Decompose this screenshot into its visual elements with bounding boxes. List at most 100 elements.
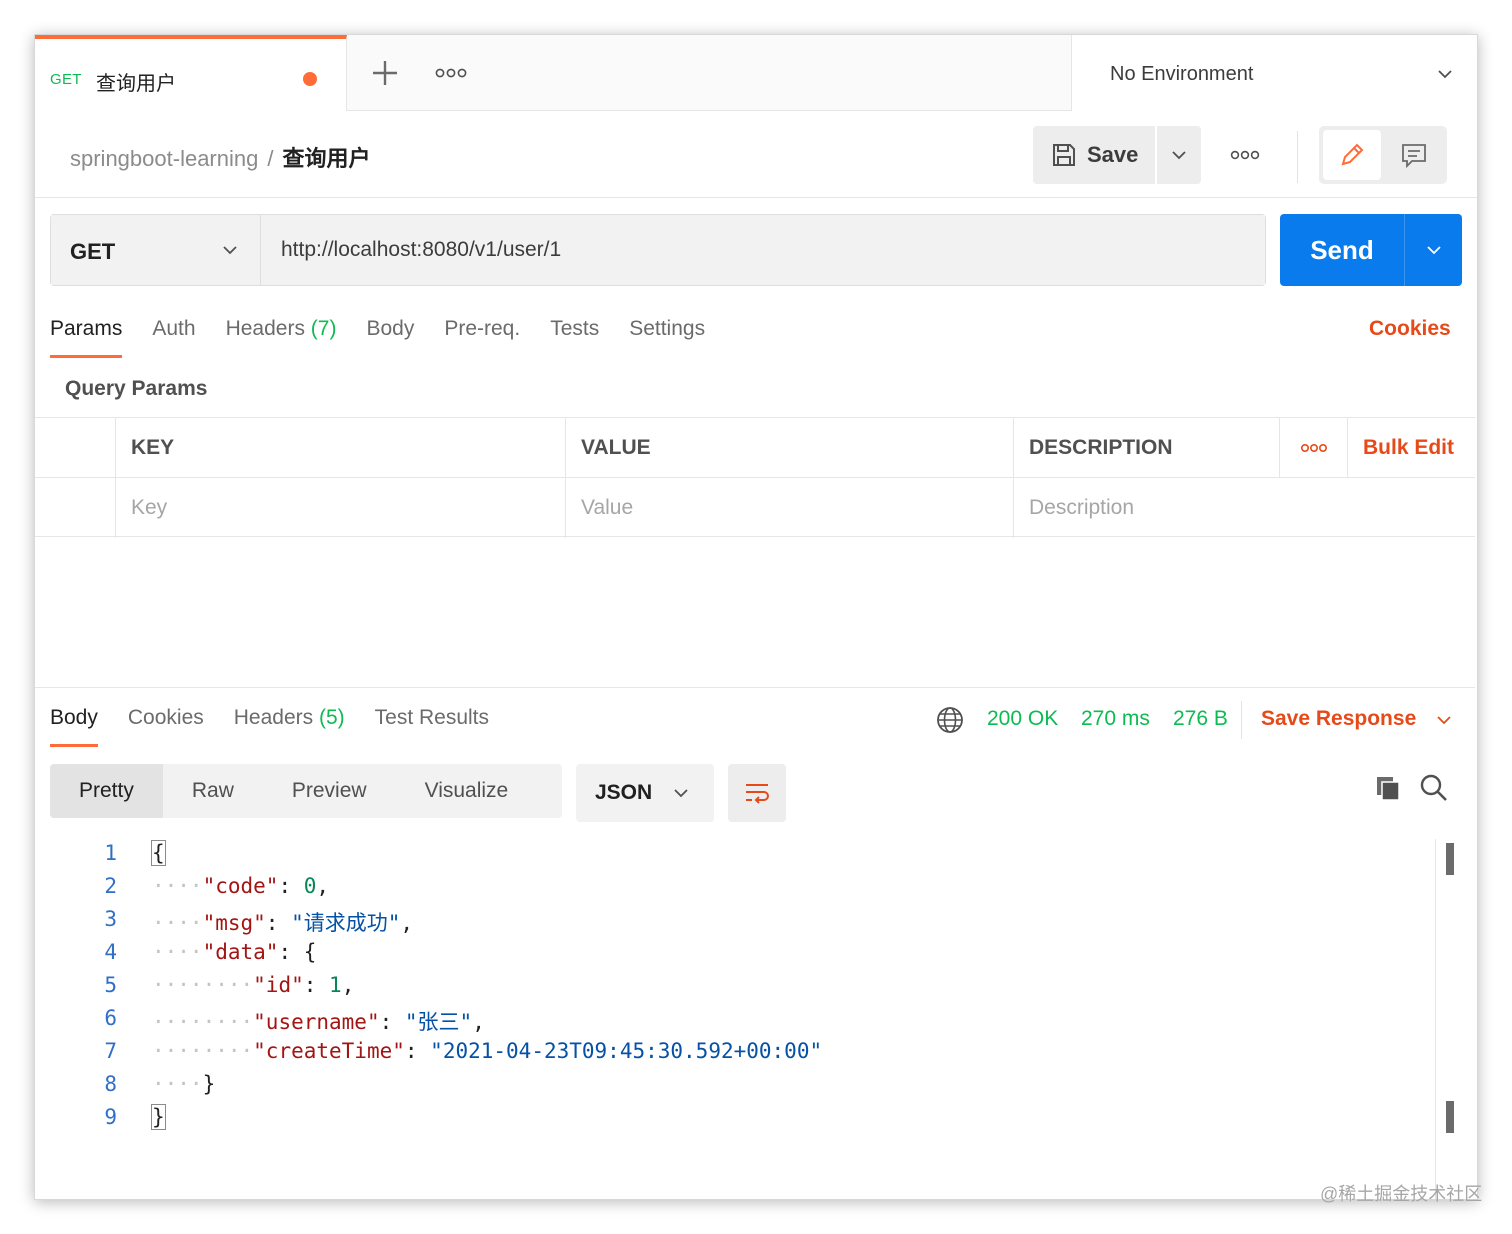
- pencil-icon: [1341, 143, 1364, 166]
- code-line: 4 ····"data": {: [35, 938, 1435, 971]
- url-input[interactable]: [261, 215, 1265, 285]
- tab-request-name: 查询用户: [96, 73, 176, 95]
- code-text: ····}: [152, 1072, 216, 1096]
- send-button[interactable]: Send: [1280, 214, 1404, 286]
- code-scrollbar[interactable]: [1435, 839, 1465, 1199]
- new-tab-plus-icon[interactable]: [367, 55, 403, 91]
- tab-label: Headers: [233, 706, 319, 729]
- chevron-down-icon: [1172, 151, 1186, 160]
- line-number: 2: [104, 874, 117, 898]
- code-text: {: [151, 840, 166, 866]
- url-bar: GET: [50, 214, 1266, 286]
- key-field[interactable]: Key: [115, 478, 565, 538]
- breadcrumb-request-name[interactable]: 查询用户: [282, 146, 370, 171]
- response-tab-test-results[interactable]: Test Results: [375, 706, 489, 746]
- scroll-marker: [1446, 1101, 1454, 1133]
- tab-label: Headers: [225, 317, 311, 340]
- query-params-title: Query Params: [65, 377, 208, 400]
- edit-mode-button[interactable]: [1323, 130, 1381, 180]
- tab-bar: GET 查询用户 No Environment: [35, 35, 1477, 111]
- params-header-row: KEY VALUE DESCRIPTION Bulk Edit: [35, 417, 1475, 478]
- response-tab-headers[interactable]: Headers (5): [234, 706, 345, 746]
- status-divider: [1241, 701, 1242, 739]
- globe-icon[interactable]: [935, 705, 965, 735]
- tab-label: Auth: [152, 317, 196, 340]
- tab-headers[interactable]: Headers (7): [226, 317, 337, 357]
- line-number: 7: [104, 1039, 117, 1063]
- chevron-down-icon[interactable]: [1435, 711, 1453, 729]
- response-divider: [35, 687, 1475, 688]
- value-column-header: VALUE: [565, 418, 1013, 478]
- code-text: }: [151, 1104, 166, 1130]
- view-preview[interactable]: Preview: [263, 764, 396, 818]
- environment-selector[interactable]: No Environment: [1071, 35, 1477, 111]
- breadcrumb-collection[interactable]: springboot-learning: [70, 146, 258, 171]
- header-divider-line: [35, 197, 1477, 198]
- save-button[interactable]: Save: [1033, 126, 1155, 184]
- code-text: ····"data": {: [152, 940, 317, 964]
- tab-label: Body: [366, 317, 415, 340]
- cookies-link[interactable]: Cookies: [1369, 317, 1451, 341]
- params-table: KEY VALUE DESCRIPTION Bulk Edit Key Valu…: [35, 417, 1475, 538]
- view-visualize[interactable]: Visualize: [396, 764, 538, 818]
- line-number: 1: [104, 841, 117, 865]
- mode-toggle: [1319, 126, 1447, 184]
- line-number: 9: [104, 1105, 117, 1129]
- save-group: Save: [1033, 126, 1201, 184]
- code-line: 1 {: [35, 839, 1435, 872]
- view-raw[interactable]: Raw: [163, 764, 263, 818]
- description-placeholder: Description: [1029, 496, 1135, 519]
- view-mode-group: Pretty Raw Preview Visualize: [50, 764, 562, 818]
- header-divider: [1297, 131, 1298, 183]
- wrap-lines-button[interactable]: [728, 764, 786, 822]
- tab-settings[interactable]: Settings: [629, 317, 705, 357]
- environment-label: No Environment: [1110, 63, 1254, 85]
- save-options-button[interactable]: [1157, 126, 1201, 184]
- comments-button[interactable]: [1385, 130, 1443, 180]
- response-time[interactable]: 270 ms: [1081, 707, 1150, 731]
- tab-label: Params: [50, 317, 123, 340]
- tab-count: (5): [318, 706, 345, 729]
- code-text: ········"createTime": "2021-04-23T09:45:…: [152, 1039, 823, 1063]
- tab-params[interactable]: Params: [50, 317, 123, 358]
- code-line: 9 }: [35, 1103, 1435, 1136]
- chevron-down-icon: [1438, 70, 1452, 79]
- line-number: 5: [104, 973, 117, 997]
- column-options[interactable]: [1279, 418, 1347, 478]
- response-size[interactable]: 276 B: [1173, 707, 1228, 731]
- request-more-icon[interactable]: [1229, 145, 1261, 165]
- tab-more-icon[interactable]: [433, 63, 469, 83]
- tab-count: (7): [310, 317, 337, 340]
- save-response-button[interactable]: Save Response: [1261, 707, 1416, 731]
- description-field[interactable]: Description: [1013, 478, 1475, 538]
- scroll-marker: [1446, 843, 1454, 875]
- value-field[interactable]: Value: [565, 478, 1013, 538]
- view-pretty[interactable]: Pretty: [50, 764, 163, 818]
- response-tab-body[interactable]: Body: [50, 706, 98, 747]
- method-value: GET: [70, 239, 116, 264]
- code-line: 2 ····"code": 0,: [35, 872, 1435, 905]
- search-icon[interactable]: [1419, 773, 1449, 803]
- status-code[interactable]: 200 OK: [987, 707, 1058, 731]
- format-select[interactable]: JSON: [576, 764, 714, 822]
- breadcrumb: springboot-learning / 查询用户: [70, 141, 370, 173]
- copy-icon[interactable]: [1373, 773, 1403, 803]
- send-options-button[interactable]: [1404, 214, 1462, 286]
- save-disk-icon: [1053, 144, 1075, 166]
- format-value: JSON: [595, 781, 653, 804]
- response-code-view[interactable]: 1 { 2 ····"code": 0, 3 ····"msg": "请求成功"…: [35, 839, 1435, 1169]
- method-select[interactable]: GET: [51, 215, 261, 285]
- tab-tests[interactable]: Tests: [550, 317, 599, 357]
- tab-label: Test Results: [374, 706, 490, 729]
- tab-label: Pre-req.: [444, 317, 521, 340]
- tab-label: Settings: [629, 317, 706, 340]
- tab-auth[interactable]: Auth: [152, 317, 195, 357]
- tab-prereq[interactable]: Pre-req.: [444, 317, 520, 357]
- tab-body[interactable]: Body: [366, 317, 414, 357]
- request-tab[interactable]: GET 查询用户: [35, 35, 347, 111]
- response-tab-cookies[interactable]: Cookies: [128, 706, 204, 746]
- bulk-edit-label: Bulk Edit: [1363, 436, 1455, 459]
- code-line: 6 ········"username": "张三",: [35, 1004, 1435, 1037]
- bulk-edit-button[interactable]: Bulk Edit: [1347, 418, 1475, 478]
- save-label: Save: [1087, 142, 1139, 167]
